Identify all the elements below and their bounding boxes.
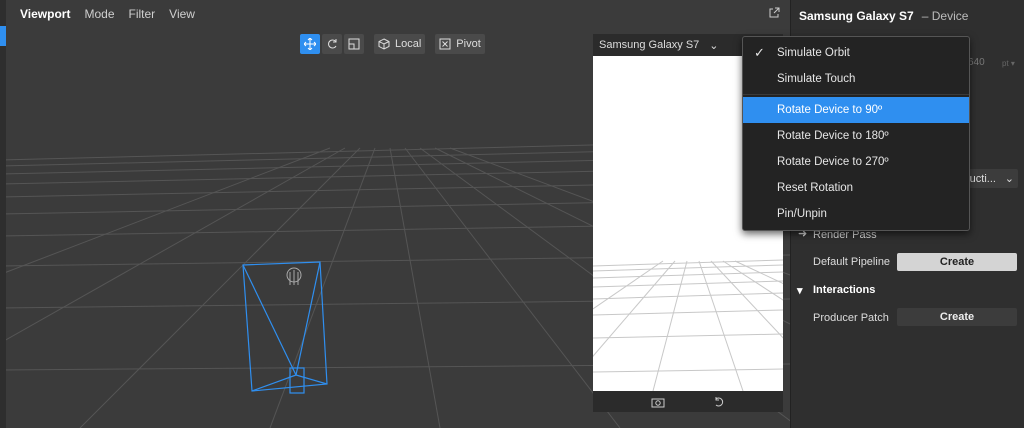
person-icon xyxy=(286,267,302,285)
menu-mode[interactable]: Mode xyxy=(84,7,114,21)
menu-item-label: Rotate Device to 270º xyxy=(777,156,889,168)
chevron-down-icon: ⌄ xyxy=(1004,173,1014,185)
producer-patch-label: Producer Patch xyxy=(813,312,889,324)
menu-item-label: Rotate Device to 90º xyxy=(777,104,883,116)
scale-icon xyxy=(348,38,360,50)
check-icon: ✓ xyxy=(754,45,765,60)
viewport-menu-bar: Viewport Mode Filter View xyxy=(6,0,790,28)
menu-item-reset-rotation[interactable]: Reset Rotation xyxy=(743,175,969,201)
menu-item-rotate-90[interactable]: Rotate Device to 90º xyxy=(743,97,969,123)
popout-icon[interactable] xyxy=(768,7,780,19)
left-accent-bar xyxy=(0,26,6,46)
transform-toolbar: Local Pivot xyxy=(300,34,485,54)
left-edge-strip xyxy=(0,0,6,428)
menu-filter[interactable]: Filter xyxy=(129,7,156,21)
panel-title-sub: – Device xyxy=(921,9,969,23)
width-unit[interactable]: pt ▾ xyxy=(1002,59,1015,68)
rotate-icon xyxy=(328,39,337,49)
menu-item-simulate-orbit[interactable]: ✓ Simulate Orbit xyxy=(743,40,969,66)
pivot-icon xyxy=(439,38,451,50)
cube-icon xyxy=(378,38,390,50)
menu-item-rotate-270[interactable]: Rotate Device to 270º xyxy=(743,149,969,175)
scale-tool-button[interactable] xyxy=(344,34,364,54)
create-pipeline-button[interactable]: Create xyxy=(897,253,1017,271)
menu-item-label: Rotate Device to 180º xyxy=(777,130,889,142)
viewport-area[interactable]: Viewport Mode Filter View Local Pivot Sa… xyxy=(0,0,790,428)
menu-divider xyxy=(743,94,969,95)
menu-item-label: Reset Rotation xyxy=(777,182,854,194)
tab-viewport[interactable]: Viewport xyxy=(20,7,70,21)
menu-item-rotate-180[interactable]: Rotate Device to 180º xyxy=(743,123,969,149)
move-icon xyxy=(304,38,316,50)
menu-view[interactable]: View xyxy=(169,7,195,21)
create-patch-button[interactable]: Create xyxy=(897,308,1017,326)
chevron-down-icon: ⌄ xyxy=(709,39,719,52)
local-space-button[interactable]: Local xyxy=(374,34,426,54)
caret-down-icon: ▾ xyxy=(797,285,803,297)
move-tool-button[interactable] xyxy=(300,34,320,54)
width-field[interactable]: 640 xyxy=(968,57,985,68)
screenshot-icon[interactable] xyxy=(651,396,665,408)
pipeline-dropdown[interactable]: ructi... ⌄ xyxy=(962,169,1018,188)
default-pipeline-label: Default Pipeline xyxy=(813,256,891,268)
interactions-heading[interactable]: Interactions xyxy=(813,284,875,296)
rotate-device-icon[interactable] xyxy=(713,396,725,408)
menu-item-label: Pin/Unpin xyxy=(777,208,827,220)
menu-item-label: Simulate Orbit xyxy=(777,47,850,59)
camera-frustum xyxy=(242,261,328,394)
panel-title: Samsung Galaxy S7 – Device xyxy=(799,9,968,23)
panel-title-name: Samsung Galaxy S7 xyxy=(799,9,914,23)
device-name: Samsung Galaxy S7 xyxy=(599,39,700,51)
menu-item-simulate-touch[interactable]: Simulate Touch xyxy=(743,66,969,92)
menu-item-pin-unpin[interactable]: Pin/Unpin xyxy=(743,201,969,227)
pivot-button[interactable]: Pivot xyxy=(435,34,485,54)
local-label: Local xyxy=(395,38,422,50)
rotate-tool-button[interactable] xyxy=(322,34,342,54)
pivot-label: Pivot xyxy=(456,38,481,50)
device-context-menu: ✓ Simulate Orbit Simulate Touch Rotate D… xyxy=(742,36,970,231)
menu-item-label: Simulate Touch xyxy=(777,73,856,85)
device-footer xyxy=(593,391,783,412)
pipeline-dropdown-value: ructi... xyxy=(966,172,996,185)
